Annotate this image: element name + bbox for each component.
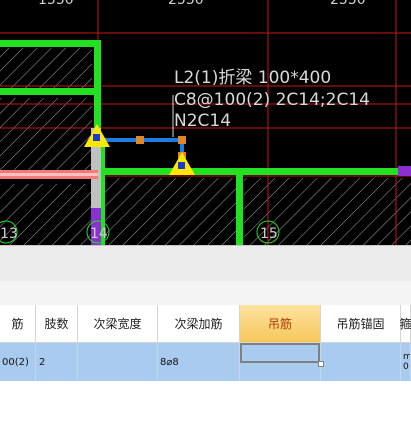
cell-stirrup[interactable]: m 0 xyxy=(401,343,411,381)
column-header-rebar[interactable]: 筋 xyxy=(0,305,36,343)
panel-toolbar-area xyxy=(0,281,411,305)
cell-secondary-beam-stirrups[interactable]: 8⌀8 xyxy=(158,343,240,381)
column-header-secondary-beam-width[interactable]: 次梁宽度 xyxy=(78,305,158,343)
cell-legs[interactable]: 2 xyxy=(36,343,78,381)
grip-point[interactable] xyxy=(136,136,144,144)
cell-rebar[interactable]: 00(2) xyxy=(0,343,36,381)
beam-annotation-line3[interactable]: N2C14 xyxy=(174,111,231,131)
cad-drawing[interactable]: L2(1)折梁 100*400 C8@100(2) 2C14;2C14 N2C1… xyxy=(0,0,411,245)
cell-secondary-beam-width[interactable] xyxy=(78,343,158,381)
hatch-area xyxy=(0,48,92,90)
axis-number: 15 xyxy=(260,226,278,242)
axis-number: 14 xyxy=(90,226,108,242)
beam[interactable] xyxy=(94,40,101,135)
axis-number: 13 xyxy=(0,226,18,242)
beam[interactable] xyxy=(98,168,411,175)
cad-drawing-canvas[interactable]: L2(1)折梁 100*400 C8@100(2) 2C14;2C14 N2C1… xyxy=(0,0,411,245)
axis-dimension: 2550 xyxy=(330,0,366,8)
cell-stirrup-line2: 0 xyxy=(403,362,409,372)
beam-annotation-line2[interactable]: C8@100(2) 2C14;2C14 xyxy=(174,90,370,110)
beam-annotation-line1[interactable]: L2(1)折梁 100*400 xyxy=(174,68,331,88)
column-header-secondary-beam-stirrups[interactable]: 次梁加筋 xyxy=(158,305,240,343)
active-cell-outline[interactable] xyxy=(240,343,320,363)
beam[interactable] xyxy=(0,88,101,95)
column-header-stirrup[interactable]: 箍 xyxy=(400,305,411,343)
column-header-hanger-anchorage[interactable]: 吊筋锚固 xyxy=(321,305,401,343)
selected-beam-core xyxy=(0,173,98,176)
fill-handle[interactable] xyxy=(318,361,324,367)
column-header-legs[interactable]: 肢数 xyxy=(36,305,78,343)
beam[interactable] xyxy=(236,168,243,245)
axis-dimension: 1550 xyxy=(38,0,74,8)
cell-stirrup-line1: m xyxy=(403,352,411,362)
cell-hanger-anchorage[interactable] xyxy=(321,343,401,381)
beam[interactable] xyxy=(0,40,101,47)
hatch-area xyxy=(103,178,236,245)
panel-divider xyxy=(0,245,411,282)
column-header-hanger-bar[interactable]: 吊筋 xyxy=(240,305,321,343)
axis-dimension: 2550 xyxy=(168,0,204,8)
grip-point[interactable] xyxy=(178,136,186,144)
hatch-area xyxy=(0,98,92,170)
warning-triangle-icon[interactable] xyxy=(169,152,195,175)
support-marker xyxy=(398,166,411,176)
property-table[interactable]: 筋 肢数 次梁宽度 次梁加筋 吊筋 吊筋锚固 箍 00(2) 2 8⌀8 m 0 xyxy=(0,305,411,439)
